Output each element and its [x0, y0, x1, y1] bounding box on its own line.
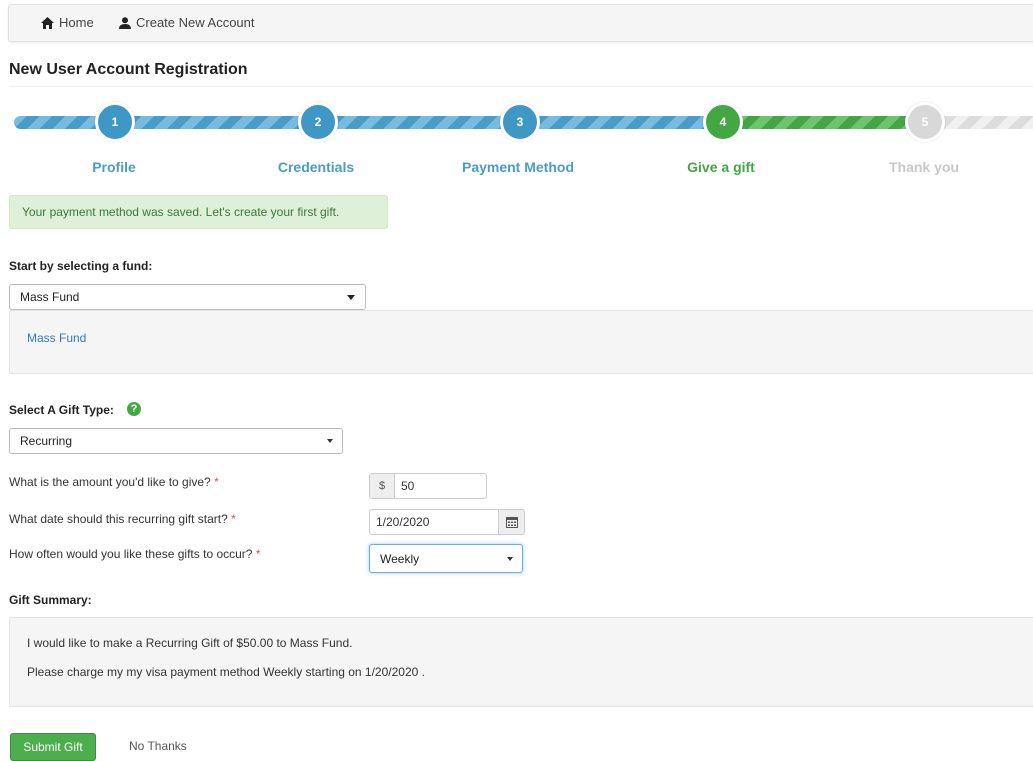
- breadcrumb-home-label: Home: [59, 15, 94, 30]
- frequency-select-value: Weekly: [380, 551, 420, 566]
- amount-value: 50: [401, 479, 415, 493]
- fund-label: Start by selecting a fund:: [9, 259, 153, 273]
- gift-type-select-value: Recurring: [20, 434, 73, 448]
- step-4-label[interactable]: Give a gift: [641, 159, 801, 175]
- currency-prefix: $: [370, 474, 395, 498]
- step-4-circle[interactable]: 4: [703, 102, 743, 142]
- page-title: New User Account Registration: [9, 61, 248, 78]
- step-5-label: Thank you: [888, 159, 959, 175]
- step-1-circle[interactable]: 1: [95, 102, 135, 142]
- breadcrumb-create-label: Create New Account: [136, 15, 255, 30]
- progress-track-active: [716, 116, 926, 129]
- required-marker: *: [214, 475, 219, 489]
- no-thanks-link[interactable]: No Thanks: [129, 739, 187, 753]
- step-2-label[interactable]: Credentials: [236, 159, 396, 175]
- step-2-circle[interactable]: 2: [298, 102, 338, 142]
- summary-line-2: Please charge my my visa payment method …: [27, 665, 425, 679]
- success-alert: Your payment method was saved. Let's cre…: [9, 195, 388, 229]
- submit-gift-button[interactable]: Submit Gift: [10, 733, 96, 761]
- chevron-down-icon: [507, 556, 513, 561]
- gift-summary-label: Gift Summary:: [9, 593, 92, 607]
- start-date-label: What date should this recurring gift sta…: [9, 512, 236, 526]
- calendar-button[interactable]: [498, 509, 525, 535]
- start-date-input[interactable]: 1/20/2020: [369, 509, 499, 535]
- breadcrumb-create-account[interactable]: Create New Account: [119, 5, 255, 41]
- step-3-circle[interactable]: 3: [500, 102, 540, 142]
- chevron-down-icon: [327, 439, 333, 443]
- frequency-label: How often would you like these gifts to …: [9, 547, 261, 561]
- user-icon: [119, 17, 131, 29]
- gift-type-label: Select A Gift Type:: [9, 403, 114, 417]
- summary-line-1: I would like to make a Recurring Gift of…: [27, 636, 353, 650]
- start-date-value: 1/20/2020: [376, 515, 430, 529]
- calendar-icon: [505, 517, 518, 528]
- chevron-down-icon: [347, 295, 355, 300]
- fund-details-well: Mass Fund: [9, 310, 1033, 374]
- amount-input[interactable]: $ 50: [369, 473, 487, 499]
- breadcrumb: Home Create New Account: [8, 4, 1033, 42]
- step-5-circle: 5: [905, 102, 945, 142]
- gift-type-select[interactable]: Recurring: [9, 428, 343, 454]
- home-icon: [41, 17, 54, 29]
- fund-select[interactable]: Mass Fund: [9, 284, 366, 310]
- required-marker: *: [231, 512, 236, 526]
- breadcrumb-home[interactable]: Home: [41, 5, 94, 41]
- step-3-label[interactable]: Payment Method: [438, 159, 598, 175]
- frequency-select[interactable]: Weekly: [369, 544, 523, 573]
- divider: [9, 86, 1033, 87]
- fund-link[interactable]: Mass Fund: [27, 331, 86, 345]
- step-1-label[interactable]: Profile: [34, 159, 194, 175]
- gift-summary-well: [9, 617, 1033, 707]
- amount-label: What is the amount you'd like to give? *: [9, 475, 219, 489]
- required-marker: *: [255, 547, 261, 561]
- fund-select-value: Mass Fund: [20, 290, 80, 304]
- help-icon[interactable]: ?: [127, 402, 141, 416]
